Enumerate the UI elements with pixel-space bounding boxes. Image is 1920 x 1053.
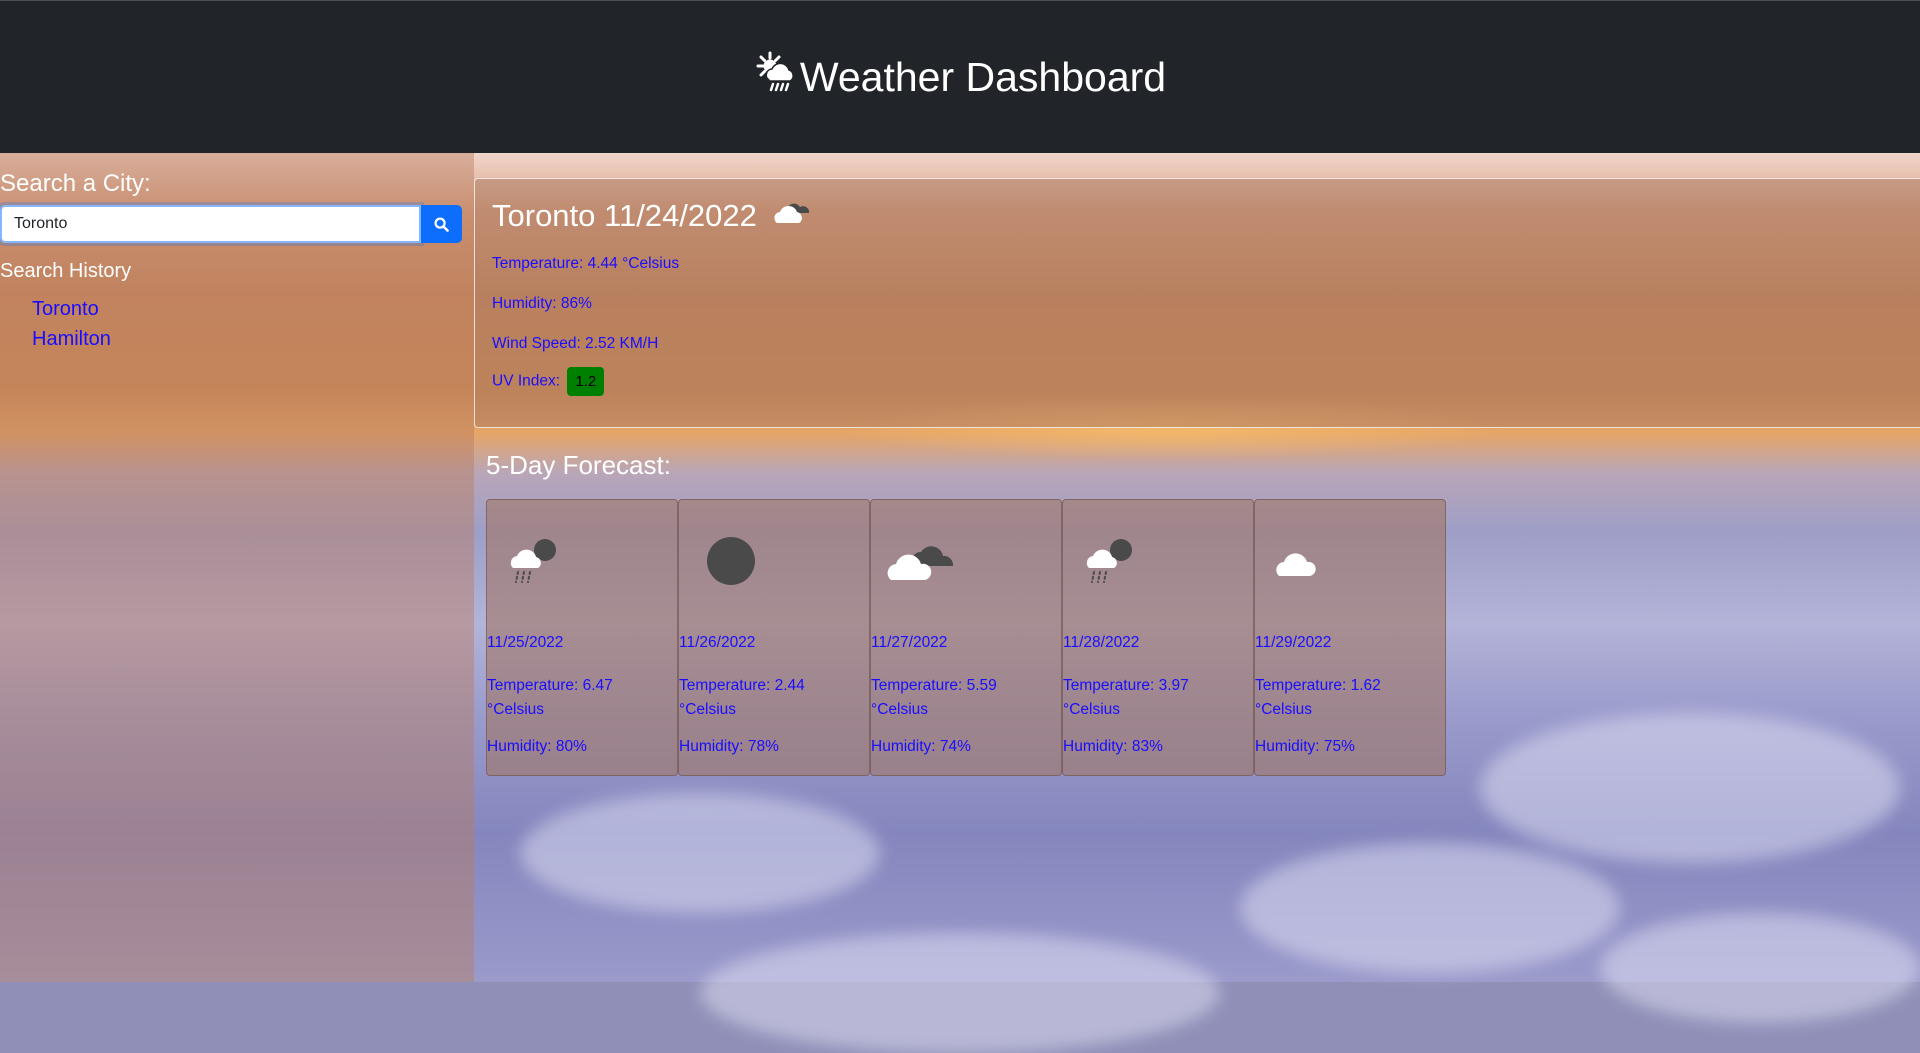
cloud-icon	[1273, 536, 1333, 586]
forecast-title: 5-Day Forecast:	[486, 450, 671, 480]
current-humidity: Humidity: 86%	[492, 295, 592, 312]
forecast-card: 11/29/2022 Temperature: 1.62 °Celsius Hu…	[1254, 499, 1446, 776]
current-wind-speed: Wind Speed: 2.52 KM/H	[492, 335, 659, 352]
forecast-card: 11/25/2022 Temperature: 6.47 °Celsius Hu…	[486, 499, 678, 776]
forecast-date: 11/29/2022	[1255, 634, 1332, 651]
cloud-icon	[771, 197, 815, 235]
search-icon	[434, 216, 449, 232]
current-temperature: Temperature: 4.44 °Celsius	[492, 255, 680, 272]
rain-moon-icon	[505, 536, 565, 586]
forecast-humidity: Humidity: 75%	[1255, 738, 1355, 755]
search-button[interactable]	[421, 205, 462, 243]
forecast-card: 11/28/2022 Temperature: 3.97 °Celsius Hu…	[1062, 499, 1254, 776]
forecast-date: 11/26/2022	[679, 634, 756, 651]
history-item-toronto[interactable]: Toronto	[32, 294, 111, 324]
search-history-list: Toronto Hamilton	[32, 294, 111, 354]
current-weather-heading: Toronto 11/24/2022	[492, 197, 815, 235]
current-uv-index: UV Index: 1.2	[492, 367, 605, 396]
forecast-temperature: Temperature: 5.59 °Celsius	[871, 677, 997, 718]
forecast-card: 11/27/2022 Temperature: 5.59 °Celsius Hu…	[870, 499, 1062, 776]
uv-index-badge: 1.2	[567, 367, 605, 396]
forecast-humidity: Humidity: 74%	[871, 738, 971, 755]
forecast-humidity: Humidity: 80%	[487, 738, 587, 755]
sun-behind-rain-cloud-icon	[754, 50, 798, 104]
forecast-card: 11/26/2022 Temperature: 2.44 °Celsius Hu…	[678, 499, 870, 776]
forecast-date: 11/27/2022	[871, 634, 948, 651]
search-label: Search a City:	[0, 170, 151, 197]
forecast-date: 11/25/2022	[487, 634, 564, 651]
forecast-humidity: Humidity: 78%	[679, 738, 779, 755]
forecast-date: 11/28/2022	[1063, 634, 1140, 651]
app-header: Weather Dashboard	[0, 0, 1920, 153]
uv-index-label: UV Index:	[492, 372, 561, 390]
search-history-label: Search History	[0, 260, 132, 282]
dark-circle-icon	[697, 536, 757, 586]
forecast-temperature: Temperature: 6.47 °Celsius	[487, 677, 613, 718]
current-weather-card: Toronto 11/24/2022 Temperature: 4.44 °Ce…	[474, 178, 1920, 428]
city-search-input[interactable]	[0, 205, 422, 243]
forecast-temperature: Temperature: 3.97 °Celsius	[1063, 677, 1189, 718]
rain-moon-icon	[1081, 536, 1141, 586]
page-title: Weather Dashboard	[799, 53, 1167, 100]
broken-clouds-icon	[885, 536, 954, 586]
search-form	[0, 205, 462, 243]
forecast-temperature: Temperature: 2.44 °Celsius	[679, 677, 805, 718]
current-city-date: Toronto 11/24/2022	[492, 198, 757, 233]
forecast-cards: 11/25/2022 Temperature: 6.47 °Celsius Hu…	[486, 499, 1446, 776]
history-item-hamilton[interactable]: Hamilton	[32, 324, 111, 354]
forecast-humidity: Humidity: 83%	[1063, 738, 1163, 755]
forecast-temperature: Temperature: 1.62 °Celsius	[1255, 677, 1381, 718]
